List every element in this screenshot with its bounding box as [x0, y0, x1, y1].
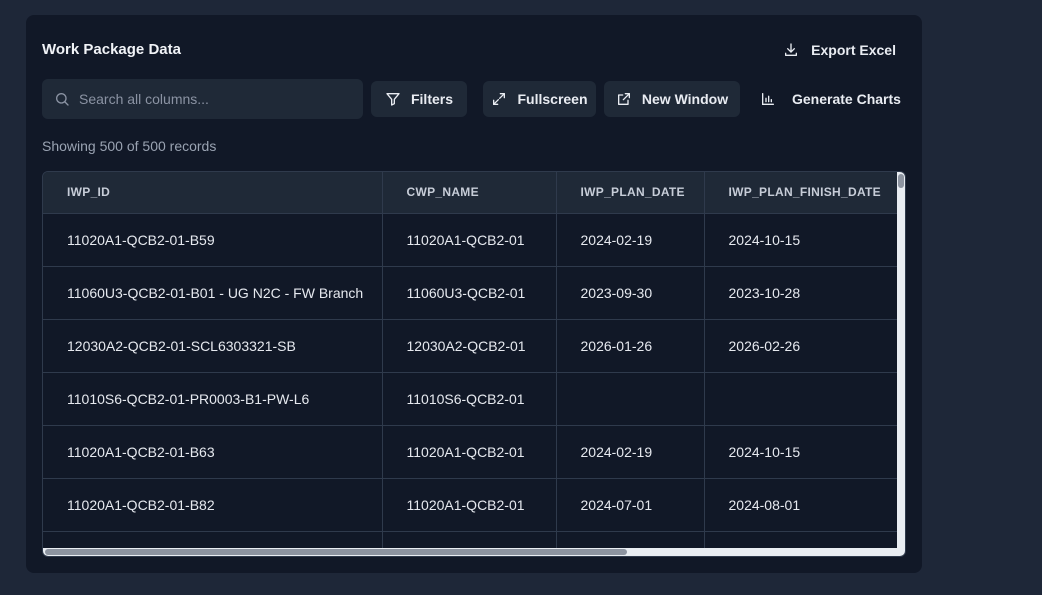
scrollbar-corner — [897, 548, 905, 556]
table-cell: 2024-10-15 — [704, 425, 905, 479]
column-header[interactable]: CWP_NAME — [382, 172, 557, 214]
table-row[interactable]: 11020A1-QCB2-01-B63 11020A1-QCB2-01 2024… — [43, 425, 905, 479]
fullscreen-label: Fullscreen — [517, 91, 588, 107]
table-cell — [704, 372, 905, 426]
export-excel-label: Export Excel — [811, 42, 896, 58]
table-row[interactable]: 11060U3-QCB2-01-B01 - UG N2C - FW Branch… — [43, 266, 905, 320]
table-row[interactable]: 11010S6-QCB2-01-PR0003-B1-PW-L6 11010S6-… — [43, 372, 905, 426]
expand-icon — [491, 91, 507, 107]
table-cell: 11060U3-QCB2-01-B01 - UG N2C - FW Branch — [43, 266, 383, 320]
search-box[interactable] — [42, 79, 363, 119]
new-window-button[interactable]: New Window — [604, 81, 740, 117]
table-row[interactable]: 12030A2-QCB2-01-SCL6303321-SB 12030A2-QC… — [43, 319, 905, 373]
bar-chart-icon — [760, 91, 776, 107]
vertical-scrollbar-thumb[interactable] — [898, 174, 904, 188]
panel-title: Work Package Data — [42, 41, 181, 58]
fullscreen-button[interactable]: Fullscreen — [483, 81, 596, 117]
record-count: Showing 500 of 500 records — [42, 138, 217, 154]
table-cell: 11010S6-QCB2-01-PR0003-B1-PW-L6 — [43, 372, 383, 426]
table-cell: 2023-10-28 — [704, 266, 905, 320]
export-excel-button[interactable]: Export Excel — [783, 39, 896, 61]
table-cell: 11020A1-QCB2-01 — [382, 213, 557, 267]
table-cell: 11020A1-QCB2-01 — [382, 425, 557, 479]
table-cell: 11060U3-QCB2-01 — [382, 266, 557, 320]
table-row[interactable]: 11020A1-QCB2-01-B59 11020A1-QCB2-01 2024… — [43, 213, 905, 267]
column-header[interactable]: IWP_ID — [43, 172, 383, 214]
filters-button[interactable]: Filters — [371, 81, 467, 117]
table-cell: 2023-09-30 — [556, 266, 705, 320]
table-cell: 11010S6-QCB2-01 — [382, 372, 557, 426]
table-cell: 2024-07-01 — [556, 478, 705, 532]
new-window-label: New Window — [641, 91, 729, 107]
data-table: IWP_ID CWP_NAME IWP_PLAN_DATE IWP_PLAN_F… — [43, 172, 905, 556]
table-cell: 11020A1-QCB2-01 — [382, 478, 557, 532]
filter-icon — [385, 91, 401, 107]
table-header-row: IWP_ID CWP_NAME IWP_PLAN_DATE IWP_PLAN_F… — [43, 172, 905, 214]
column-header[interactable]: IWP_PLAN_FINISH_DATE — [704, 172, 905, 214]
horizontal-scrollbar-thumb[interactable] — [45, 549, 627, 555]
table-cell: 2024-02-19 — [556, 213, 705, 267]
table-cell — [556, 372, 705, 426]
table-cell: 2024-02-19 — [556, 425, 705, 479]
table-cell: 12030A2-QCB2-01-SCL6303321-SB — [43, 319, 383, 373]
table-cell: 2024-08-01 — [704, 478, 905, 532]
filters-label: Filters — [410, 91, 453, 107]
external-link-icon — [616, 91, 632, 107]
table-cell: 11020A1-QCB2-01-B59 — [43, 213, 383, 267]
search-icon — [54, 91, 70, 107]
vertical-scrollbar[interactable] — [897, 172, 905, 548]
table-cell: 12030A2-QCB2-01 — [382, 319, 557, 373]
table-cell: 2024-10-15 — [704, 213, 905, 267]
column-header[interactable]: IWP_PLAN_DATE — [556, 172, 705, 214]
generate-charts-label: Generate Charts — [792, 91, 901, 107]
horizontal-scrollbar[interactable] — [43, 548, 899, 556]
work-package-panel: Work Package Data Export Excel Filters — [26, 15, 922, 573]
table-row[interactable]: 11020A1-QCB2-01-B82 11020A1-QCB2-01 2024… — [43, 478, 905, 532]
table-cell: 11020A1-QCB2-01-B63 — [43, 425, 383, 479]
download-icon — [783, 42, 799, 58]
table-cell: 2026-02-26 — [704, 319, 905, 373]
table-cell: 2026-01-26 — [556, 319, 705, 373]
search-input[interactable] — [79, 91, 339, 107]
generate-charts-button[interactable]: Generate Charts — [760, 81, 901, 117]
data-table-container[interactable]: IWP_ID CWP_NAME IWP_PLAN_DATE IWP_PLAN_F… — [42, 171, 906, 557]
table-cell: 11020A1-QCB2-01-B82 — [43, 478, 383, 532]
